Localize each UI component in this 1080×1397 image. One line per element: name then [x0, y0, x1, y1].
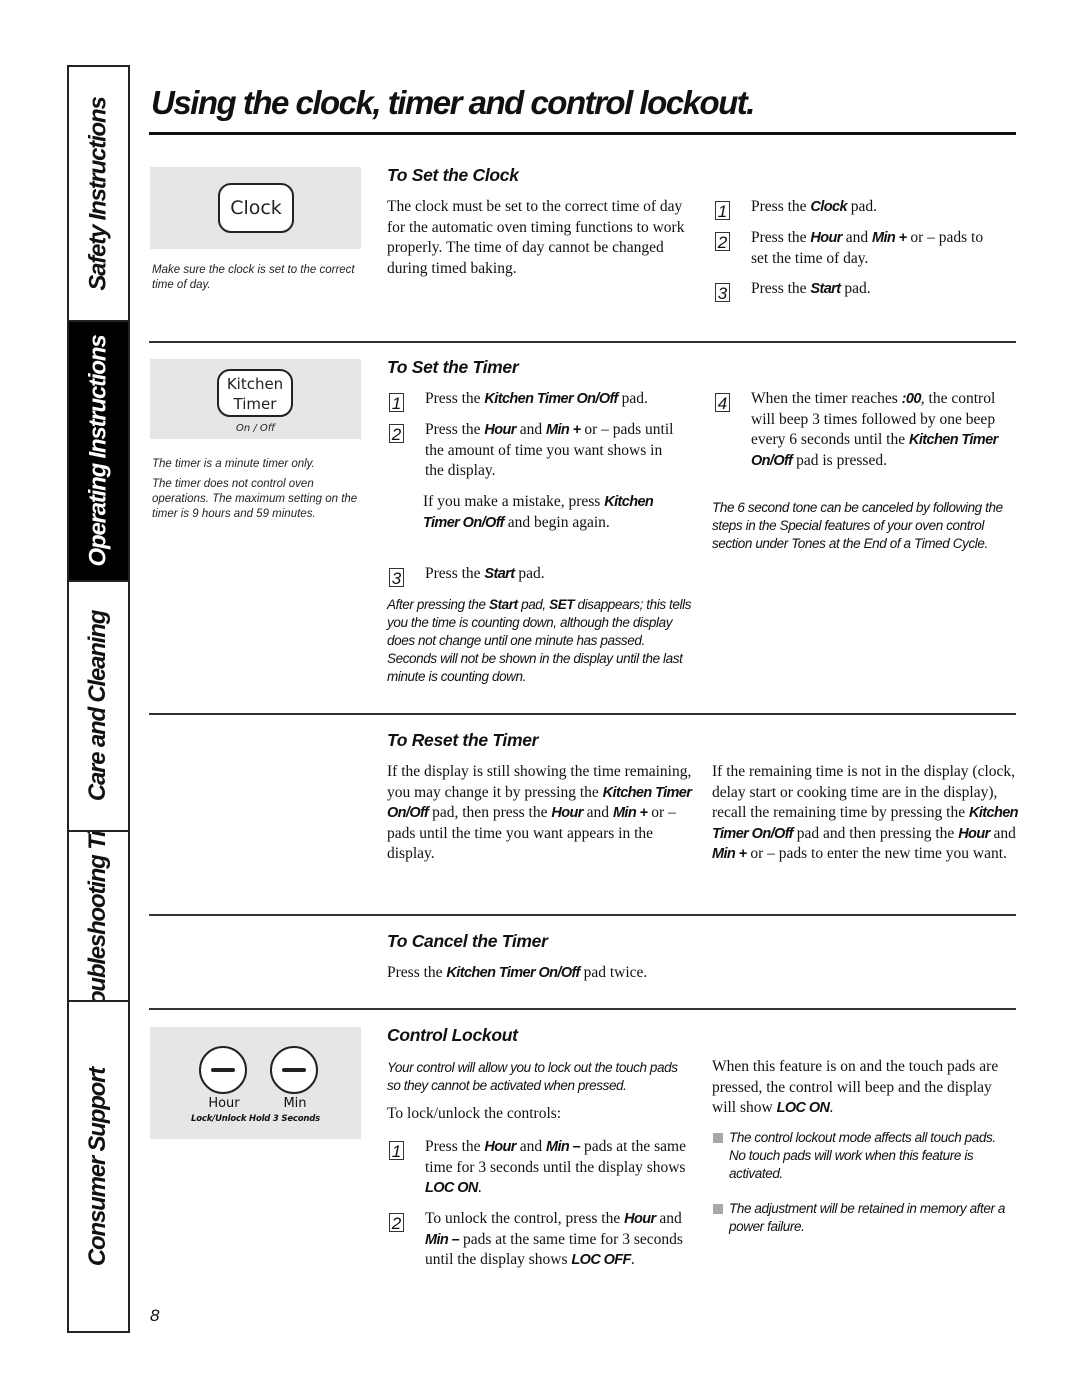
- set-timer-step-1: 1 Press the Kitchen Timer On/Off pad.: [389, 389, 699, 413]
- clock-caption: Make sure the clock is set to the correc…: [152, 264, 355, 291]
- kitchen-timer-pad-illustration: Kitchen Timer On / Off: [150, 359, 361, 439]
- set-timer-mistake-note: If you make a mistake, press Kitchen Tim…: [423, 493, 654, 531]
- set-timer-step-4: 4 When the timer reaches :00, the contro…: [715, 389, 1015, 471]
- min-minus-icon: [270, 1046, 318, 1094]
- tab-safety-instructions[interactable]: Safety Instructions: [69, 67, 128, 322]
- set-timer-heading: To Set the Timer: [387, 357, 519, 377]
- clock-pad-icon: Clock: [218, 183, 294, 233]
- bullet-square-icon: [713, 1204, 723, 1214]
- control-lockout-heading: Control Lockout: [387, 1025, 518, 1045]
- step-number: 3: [715, 283, 730, 303]
- timer-caption-1: The timer is a minute timer only.: [152, 458, 315, 470]
- set-timer-start-note: After pressing the Start pad, SET disapp…: [387, 597, 692, 684]
- lockout-pads-illustration: Hour Min Lock/Unlock Hold 3 Seconds: [150, 1027, 361, 1139]
- step-number: 2: [389, 424, 404, 444]
- step-number: 1: [389, 393, 404, 413]
- step-number: 1: [715, 201, 730, 221]
- set-clock-heading: To Set the Clock: [387, 165, 519, 185]
- set-clock-step-2: 2 Press the Hour and Min + or – pads to …: [715, 228, 1015, 269]
- clock-pad-illustration: Clock: [150, 167, 361, 249]
- step-number: 2: [389, 1213, 404, 1233]
- cancel-timer-heading: To Cancel the Timer: [387, 931, 548, 951]
- tab-consumer-support[interactable]: Consumer Support: [69, 1002, 128, 1331]
- tab-care-and-cleaning[interactable]: Care and Cleaning: [69, 582, 128, 832]
- set-clock-step-3: 3 Press the Start pad.: [715, 279, 1015, 303]
- set-timer-step-2: 2 Press the Hour and Min + or – pads unt…: [389, 420, 699, 482]
- step-number: 2: [715, 232, 730, 252]
- step-number: 4: [715, 393, 730, 413]
- hour-label: Hour: [208, 1096, 240, 1111]
- lock-unlock-hold-label: Lock/Unlock Hold 3 Seconds: [191, 1114, 320, 1124]
- tab-operating-instructions[interactable]: Operating Instructions: [69, 322, 128, 582]
- set-clock-step-1: 1 Press the Clock pad.: [715, 197, 1015, 221]
- section-divider: [149, 914, 1016, 916]
- lockout-step-2: 2 To unlock the control, press the Hour …: [389, 1209, 699, 1271]
- section-divider: [149, 341, 1016, 343]
- tone-note: The 6 second tone can be canceled by fol…: [712, 500, 1003, 551]
- bullet-square-icon: [713, 1133, 723, 1143]
- section-divider: [149, 1008, 1016, 1010]
- set-clock-body: The clock must be set to the correct tim…: [387, 198, 685, 277]
- section-divider: [149, 713, 1016, 715]
- lockout-bullet-2: The adjustment will be retained in memor…: [713, 1200, 1013, 1236]
- lockout-intro: Your control will allow you to lock out …: [387, 1060, 678, 1093]
- timer-caption-2: The timer does not control oven operatio…: [152, 478, 358, 520]
- section-tabs: Safety Instructions Operating Instructio…: [67, 65, 130, 1333]
- set-timer-step-3: 3 Press the Start pad.: [389, 564, 699, 588]
- reset-timer-right: If the remaining time is not in the disp…: [712, 763, 1019, 862]
- on-off-label: On / Off: [235, 423, 276, 434]
- title-divider: [149, 132, 1016, 135]
- page-number: 8: [150, 1306, 160, 1325]
- lockout-step-1: 1 Press the Hour and Min – pads at the s…: [389, 1137, 699, 1199]
- reset-timer-left: If the display is still showing the time…: [387, 763, 692, 862]
- reset-timer-heading: To Reset the Timer: [387, 730, 539, 750]
- kitchen-timer-pad-icon: Kitchen Timer: [217, 369, 293, 417]
- tab-troubleshooting-tips[interactable]: Troubleshooting Tips: [69, 832, 128, 1002]
- page-title: Using the clock, timer and control locko…: [151, 84, 755, 121]
- lockout-right-body: When this feature is on and the touch pa…: [712, 1058, 999, 1116]
- step-number: 1: [389, 1141, 404, 1161]
- lockout-lead: To lock/unlock the controls:: [387, 1105, 562, 1122]
- step-number: 3: [389, 568, 404, 588]
- cancel-timer-body: Press the Kitchen Timer On/Off pad twice…: [387, 964, 648, 981]
- min-label: Min: [283, 1096, 307, 1111]
- hour-minus-icon: [199, 1046, 247, 1094]
- lockout-bullet-1: The control lockout mode affects all tou…: [713, 1129, 1013, 1183]
